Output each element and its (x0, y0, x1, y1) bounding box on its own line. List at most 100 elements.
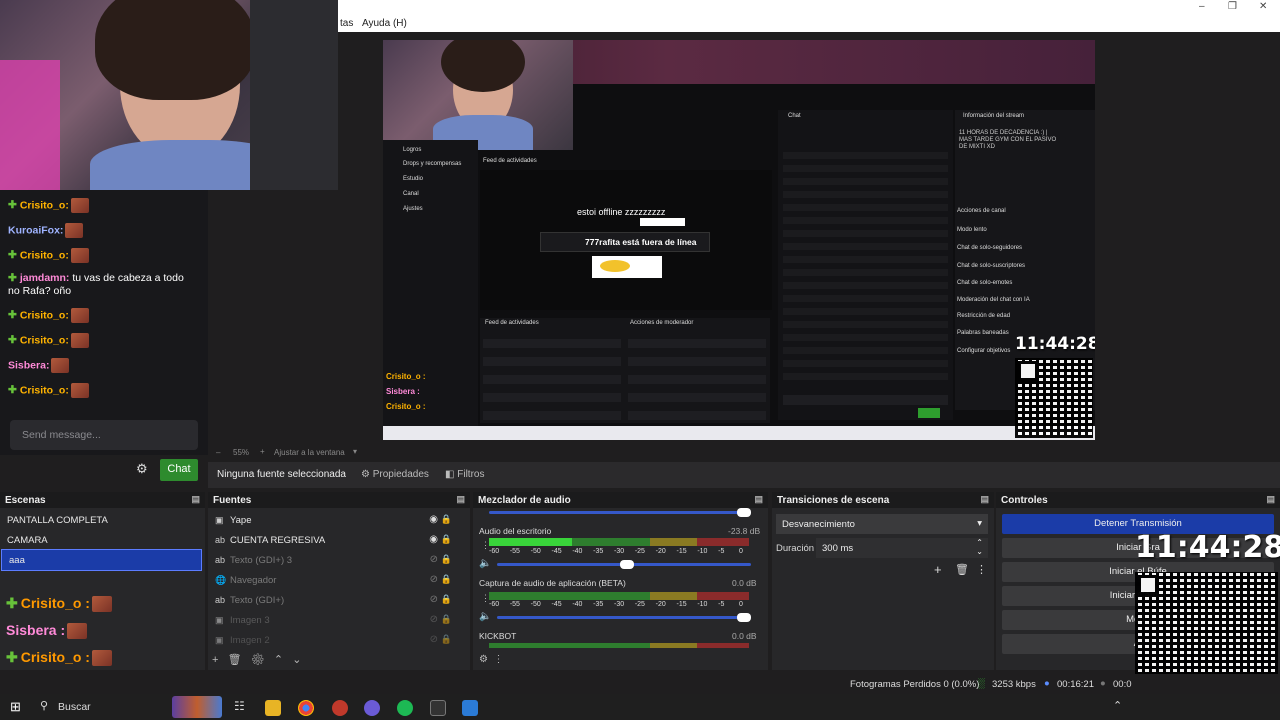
overlay-clock: 11:44:28 (1135, 530, 1280, 565)
lock-icon[interactable]: 🔒 (441, 554, 452, 565)
transitions-title: Transiciones de escena ▤ (772, 492, 994, 508)
audio-meter (489, 538, 749, 546)
person-hair (95, 0, 255, 100)
transition-select[interactable]: Desvanecimiento ▾ (776, 514, 988, 534)
taskbar-search[interactable]: Buscar (58, 701, 91, 713)
scene-item[interactable]: PANTALLA COMPLETA (0, 510, 205, 530)
source-item[interactable]: ▣ Yape ◉ 🔒 (208, 510, 470, 530)
eye-icon[interactable]: ◉ (429, 534, 438, 545)
volume-slider[interactable] (497, 613, 751, 622)
chevron-down-icon[interactable]: ⌄ (292, 654, 301, 666)
filters-button[interactable]: ◧ Filtros (445, 469, 484, 480)
chat-send-button[interactable]: Chat (160, 459, 198, 481)
preview-offline-panel: estoi offline zzzzzzzzz 777rafita está f… (480, 170, 772, 310)
gear-icon[interactable]: ⚙ (251, 654, 265, 666)
chevron-down-icon: ▾ (977, 518, 982, 529)
obs-icon[interactable] (332, 700, 348, 716)
source-item[interactable]: ▣ Imagen 2 ⊘ 🔒 (208, 630, 470, 650)
image-icon: ▣ (215, 515, 224, 525)
source-item[interactable]: ab CUENTA REGRESIVA ◉ 🔒 (208, 530, 470, 550)
zoom-minus-icon[interactable]: – (216, 448, 220, 457)
meter-tick-label: -10 (697, 601, 708, 608)
zoom-plus-icon[interactable]: + (260, 447, 265, 456)
text-icon: ab (215, 535, 226, 545)
speaker-icon[interactable]: 🔈 (479, 558, 491, 569)
eye-hidden-icon[interactable]: ⊘ (430, 574, 438, 585)
chat-message-input[interactable]: Send message... (10, 420, 198, 450)
meter-tick-label: -20 (655, 601, 666, 608)
source-item[interactable]: ▣ Imagen 3 ⊘ 🔒 (208, 610, 470, 630)
spinner-icon[interactable]: ⌃ ⌄ (976, 538, 983, 556)
eye-hidden-icon[interactable]: ⊘ (430, 554, 438, 565)
volume-slider[interactable] (497, 560, 751, 569)
eye-hidden-icon[interactable]: ⊘ (430, 614, 438, 625)
add-icon[interactable]: + (934, 562, 942, 577)
eye-icon[interactable]: ◉ (429, 514, 438, 525)
duration-input[interactable]: 300 ms ⌃ ⌄ (816, 538, 988, 558)
meter-tick-label: -25 (634, 548, 645, 555)
preview-left-nav: Logros Drops y recompensas Estudio Canal… (383, 140, 478, 440)
lock-icon[interactable]: 🔒 (441, 594, 452, 605)
trash-icon[interactable]: 🗑 (955, 563, 969, 576)
dock-menu-icon[interactable]: ▤ (456, 494, 465, 505)
volume-slider[interactable] (489, 508, 751, 517)
menu-item-tools[interactable]: tas (340, 18, 353, 29)
chrome-icon[interactable] (298, 700, 314, 716)
more-icon[interactable]: ⋮ (976, 563, 987, 576)
meter-tick-label: -10 (697, 548, 708, 555)
search-highlight-icon[interactable] (172, 696, 222, 718)
search-icon[interactable]: ⚲ (40, 699, 48, 712)
trash-icon[interactable]: 🗑 (228, 654, 242, 666)
windows-start-icon[interactable]: ⊞ (10, 699, 21, 715)
scenes-title: Escenas ▤ (0, 492, 205, 508)
scene-item[interactable]: CAMARA (0, 530, 205, 550)
speaker-icon[interactable]: 🔈 (479, 611, 491, 622)
eye-hidden-icon[interactable]: ⊘ (430, 594, 438, 605)
source-item[interactable]: ab Texto (GDI+) ⊘ 🔒 (208, 590, 470, 610)
add-icon[interactable]: + (212, 654, 218, 666)
menu-item-help[interactable]: Ayuda (H) (362, 18, 407, 29)
preview-webcam (383, 40, 573, 150)
bitrate: 3253 kbps (992, 679, 1036, 690)
dock-menu-icon[interactable]: ▤ (754, 494, 763, 505)
source-item[interactable]: ab Texto (GDI+) 3 ⊘ 🔒 (208, 550, 470, 570)
task-view-icon[interactable]: ☷ (234, 699, 245, 713)
chevron-up-icon[interactable]: ⌃ (1113, 699, 1122, 712)
restore-icon[interactable]: ❐ (1228, 1, 1237, 12)
mixer-title: Mezclador de audio ▤ (473, 492, 768, 508)
lock-icon[interactable]: 🔒 (441, 614, 452, 625)
meter-tick-label: -40 (572, 548, 583, 555)
channel-name: Audio del escritorio (479, 526, 552, 536)
photos-icon[interactable] (462, 700, 478, 716)
lock-icon[interactable]: 🔒 (441, 534, 452, 545)
chevron-down-icon[interactable]: ▾ (353, 447, 357, 456)
epic-games-icon[interactable] (430, 700, 446, 716)
meter-tick-label: -55 (509, 548, 520, 555)
advanced-audio-icon[interactable]: ⚙ ⋮ (479, 654, 504, 665)
scene-item-selected[interactable]: aaa (1, 549, 202, 571)
dock-menu-icon[interactable]: ▤ (191, 494, 200, 505)
eye-hidden-icon[interactable]: ⊘ (430, 634, 438, 645)
preview-chat-panel: Chat (778, 110, 953, 420)
source-item[interactable]: 🌐 Navegador ⊘ 🔒 (208, 570, 470, 590)
minimize-icon[interactable]: – (1199, 1, 1205, 12)
lock-icon[interactable]: 🔒 (441, 634, 452, 645)
gear-icon[interactable]: ⚙ (136, 461, 148, 477)
spotify-icon[interactable] (397, 700, 413, 716)
chat-message: ✚ Crisito_o: (8, 333, 89, 348)
audio-meter (489, 643, 749, 648)
obs-preview[interactable]: Logros Drops y recompensas Estudio Canal… (383, 40, 1095, 440)
chat-message: ✚ Crisito_o: (8, 308, 89, 323)
file-explorer-icon[interactable] (265, 700, 281, 716)
preview-windows-taskbar (383, 426, 1095, 440)
properties-button[interactable]: ⚙ Propiedades (361, 469, 429, 480)
dock-menu-icon[interactable]: ▤ (980, 494, 989, 505)
close-icon[interactable]: ✕ (1259, 1, 1267, 12)
lock-icon[interactable]: 🔒 (441, 574, 452, 585)
discord-icon[interactable] (364, 700, 380, 716)
zoom-fit-select[interactable]: Ajustar a la ventana (274, 448, 345, 457)
lock-icon[interactable]: 🔒 (441, 514, 452, 525)
chevron-up-icon[interactable]: ⌃ (274, 654, 283, 666)
dock-menu-icon[interactable]: ▤ (1266, 494, 1275, 505)
meter-tick-label: 0 (739, 548, 743, 555)
